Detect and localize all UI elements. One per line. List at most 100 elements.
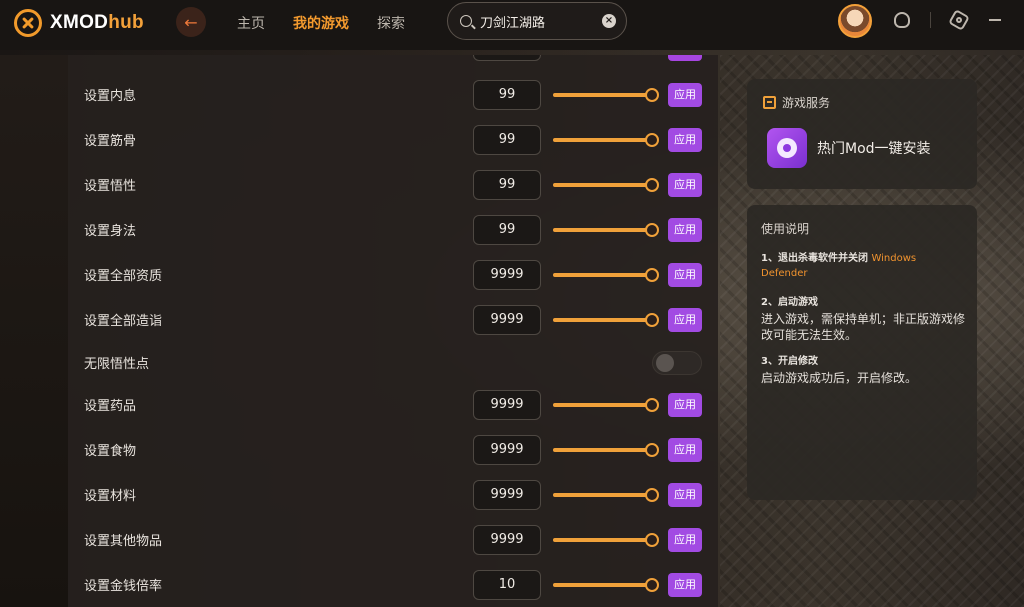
value-input[interactable]: 9999 <box>473 259 541 290</box>
value-input[interactable]: 9999 <box>473 524 541 555</box>
mod-app-icon <box>767 128 807 168</box>
main-nav: 主页 我的游戏 探索 <box>237 13 405 33</box>
xmod-logo-icon <box>14 9 42 37</box>
settings-icon[interactable] <box>948 9 970 31</box>
value-slider[interactable] <box>553 397 659 412</box>
minimize-icon[interactable] <box>987 12 1003 28</box>
avatar[interactable] <box>838 4 872 38</box>
row-label: 设置筋骨 <box>84 134 137 149</box>
apply-button[interactable]: 应用 <box>668 437 702 462</box>
apply-button[interactable]: 应用 <box>668 527 702 552</box>
value-input[interactable]: 99 <box>473 124 541 155</box>
notification-icon[interactable] <box>894 12 910 28</box>
search-input[interactable] <box>480 13 594 29</box>
value-slider[interactable] <box>553 487 659 502</box>
search-icon <box>460 15 472 27</box>
row-label: 设置金钱倍率 <box>84 579 163 594</box>
apply-button[interactable]: 应用 <box>668 262 702 287</box>
top-bar: XMODhub ← 主页 我的游戏 探索 × <box>0 0 1024 50</box>
step-2-head: 2、启动游戏 <box>761 297 818 308</box>
row-label: 设置身法 <box>84 224 137 239</box>
value-slider[interactable] <box>553 132 659 147</box>
partial-value-input[interactable] <box>473 55 541 61</box>
apply-button[interactable]: 应用 <box>668 572 702 597</box>
logo-text: XMODhub <box>50 12 144 33</box>
step-1-highlight: Windows <box>871 253 917 264</box>
guide-title: 使用说明 <box>761 222 810 236</box>
value-input[interactable]: 9999 <box>473 434 541 465</box>
search-box: × <box>447 2 627 40</box>
cheat-row: 设置其他物品 9999 应用 <box>68 517 718 562</box>
cheat-row: 设置材料 9999 应用 <box>68 472 718 517</box>
cheat-row: 设置悟性 99 应用 <box>68 162 718 207</box>
partial-apply-button[interactable] <box>668 55 702 61</box>
value-input[interactable]: 9999 <box>473 389 541 420</box>
row-label: 设置材料 <box>84 489 137 504</box>
value-slider[interactable] <box>553 222 659 237</box>
value-slider[interactable] <box>553 442 659 457</box>
nav-explore[interactable]: 探索 <box>377 13 405 33</box>
cheat-row: 设置食物 9999 应用 <box>68 427 718 472</box>
package-icon <box>763 96 776 109</box>
value-slider[interactable] <box>553 577 659 592</box>
row-label: 设置药品 <box>84 399 137 414</box>
apply-button[interactable]: 应用 <box>668 172 702 197</box>
arrow-left-icon: ← <box>184 12 198 32</box>
value-slider[interactable] <box>553 267 659 282</box>
service-title: 游戏服务 <box>782 96 831 110</box>
step-3: 3、开启修改 启动游戏成功后，开启修改。 <box>761 354 966 386</box>
value-input[interactable]: 99 <box>473 169 541 200</box>
apply-button[interactable]: 应用 <box>668 307 702 332</box>
apply-button[interactable]: 应用 <box>668 82 702 107</box>
cheat-row: 设置金钱倍率 10 应用 <box>68 562 718 607</box>
window-controls <box>894 9 1024 31</box>
row-label: 无限悟性点 <box>84 357 150 372</box>
hot-mod-install[interactable]: 热门Mod一键安装 <box>767 128 931 168</box>
mod-label: 热门Mod一键安装 <box>817 141 931 157</box>
value-slider[interactable] <box>553 312 659 327</box>
apply-button[interactable]: 应用 <box>668 392 702 417</box>
toggle-switch[interactable] <box>652 350 702 375</box>
cheat-panel: 设置内息 99 应用 设置筋骨 99 应用 设置悟性 99 应用 设置身法 99… <box>68 55 718 607</box>
row-label: 设置悟性 <box>84 179 137 194</box>
value-slider[interactable] <box>553 532 659 547</box>
step-3-head: 3、开启修改 <box>761 356 818 367</box>
cheat-row: 设置身法 99 应用 <box>68 207 718 252</box>
service-header: 游戏服务 <box>763 94 830 111</box>
value-input[interactable]: 9999 <box>473 304 541 335</box>
toggle-knob <box>656 353 674 372</box>
row-label: 设置内息 <box>84 89 137 104</box>
apply-button[interactable]: 应用 <box>668 482 702 507</box>
value-slider[interactable] <box>553 87 659 102</box>
nav-home[interactable]: 主页 <box>237 13 265 33</box>
back-button[interactable]: ← <box>176 7 206 37</box>
value-input[interactable]: 9999 <box>473 479 541 510</box>
row-label: 设置其他物品 <box>84 534 163 549</box>
apply-button[interactable]: 应用 <box>668 127 702 152</box>
cheat-row-toggle: 无限悟性点 <box>68 340 718 385</box>
value-slider[interactable] <box>553 177 659 192</box>
instructions-card: 使用说明 1、退出杀毒软件并关闭 Windows Defender 2、启动游戏… <box>747 205 977 500</box>
step-2-body: 进入游戏，需保持单机；非正版游戏修改可能无法生效。 <box>761 312 966 342</box>
step-2: 2、启动游戏 进入游戏，需保持单机；非正版游戏修改可能无法生效。 <box>761 295 966 343</box>
apply-button[interactable]: 应用 <box>668 217 702 242</box>
background-left-strip <box>0 55 70 607</box>
row-label: 设置全部资质 <box>84 269 163 284</box>
app-logo[interactable]: XMODhub <box>14 9 144 37</box>
value-input[interactable]: 99 <box>473 214 541 245</box>
row-label: 设置全部造诣 <box>84 314 163 329</box>
cheat-row: 设置药品 9999 应用 <box>68 382 718 427</box>
game-service-card: 游戏服务 热门Mod一键安装 <box>747 79 977 189</box>
step-3-body: 启动游戏成功后，开启修改。 <box>761 371 918 385</box>
cheat-row: 设置内息 99 应用 <box>68 72 718 117</box>
step-1-head: 1、退出杀毒软件并关闭 <box>761 253 868 264</box>
clear-search-button[interactable]: × <box>602 14 616 28</box>
value-input[interactable]: 10 <box>473 569 541 600</box>
cheat-row: 设置全部造诣 9999 应用 <box>68 297 718 342</box>
step-1: 1、退出杀毒软件并关闭 Windows Defender <box>761 251 966 281</box>
cheat-row: 设置全部资质 9999 应用 <box>68 252 718 297</box>
step-1-highlight-2: Defender <box>761 268 808 279</box>
value-input[interactable]: 99 <box>473 79 541 110</box>
cheat-row: 设置筋骨 99 应用 <box>68 117 718 162</box>
nav-my-games[interactable]: 我的游戏 <box>293 13 349 33</box>
